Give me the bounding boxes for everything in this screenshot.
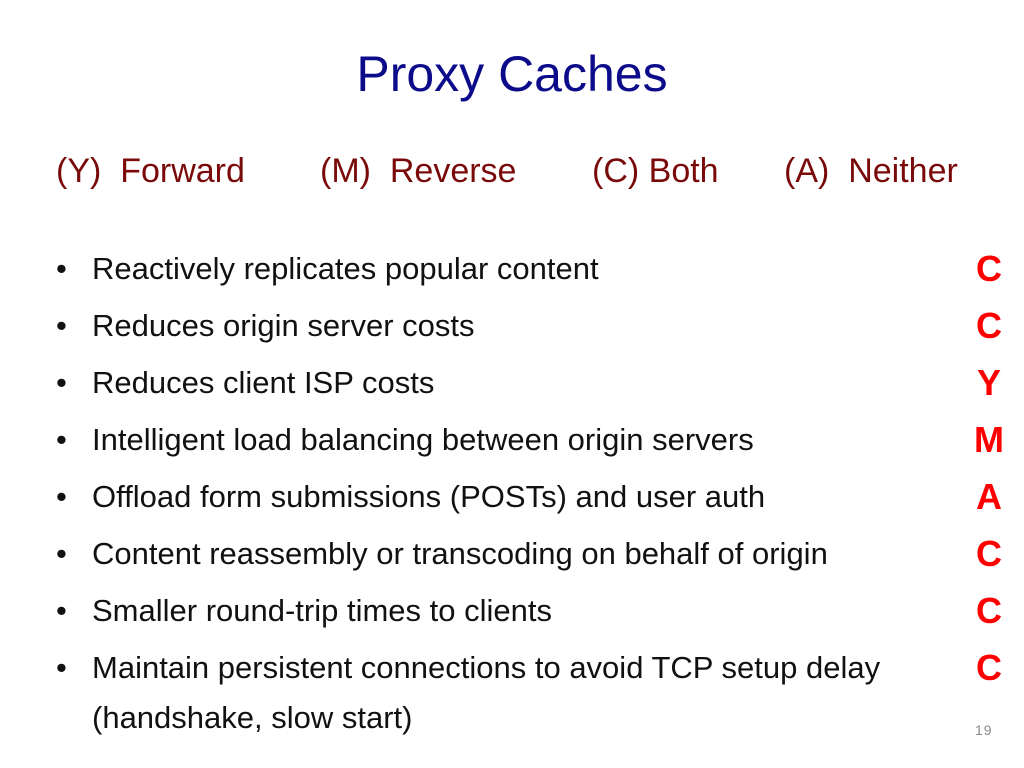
option-both: (C) Both [592,152,719,190]
option-forward: (Y) Forward [56,152,245,190]
option-reverse: (M) Reverse [320,152,517,190]
statement-text: Intelligent load balancing between origi… [92,422,754,457]
answer-label: C [976,647,1002,688]
bullet-icon: • [56,479,67,514]
list-item: • Smaller round-trip times to clients [56,586,966,636]
list-item: • Maintain persistent connections to avoi… [56,643,952,743]
answer-label: C [976,533,1002,574]
statement-list: • Reactively replicates popular content •… [56,244,966,750]
bullet-icon: • [56,536,67,571]
bullet-icon: • [56,650,67,685]
answer-label: A [976,476,1002,517]
statement-text: Content reassembly or transcoding on beh… [92,536,828,571]
answer-label: C [976,305,1002,346]
answer-label: Y [976,362,1001,403]
list-item: • Reduces origin server costs [56,301,966,351]
statement-text: Reduces client ISP costs [92,365,435,400]
statement-text: Reactively replicates popular content [92,251,599,286]
list-item: • Reactively replicates popular content [56,244,966,294]
bullet-icon: • [56,593,67,628]
statement-text: Maintain persistent connections to avoid… [92,650,881,735]
bullet-icon: • [56,251,67,286]
answer-column: C C Y M A C C C [966,244,1012,700]
bullet-icon: • [56,365,67,400]
bullet-icon: • [56,422,67,457]
slide-title: Proxy Caches [356,46,668,102]
page-number: 19 [975,722,993,738]
answer-label: M [974,419,1004,460]
statement-text: Offload form submissions (POSTs) and use… [92,479,766,514]
bullet-icon: • [56,308,67,343]
answer-label: C [976,248,1002,289]
answer-label: C [976,590,1002,631]
list-item: • Reduces client ISP costs [56,358,966,408]
list-item: • Intelligent load balancing between orig… [56,415,966,465]
list-item: • Offload form submissions (POSTs) and us… [56,472,966,522]
statement-text: Reduces origin server costs [92,308,475,343]
option-neither: (A) Neither [784,152,958,190]
statement-text: Smaller round-trip times to clients [92,593,552,628]
list-item: • Content reassembly or transcoding on be… [56,529,966,579]
